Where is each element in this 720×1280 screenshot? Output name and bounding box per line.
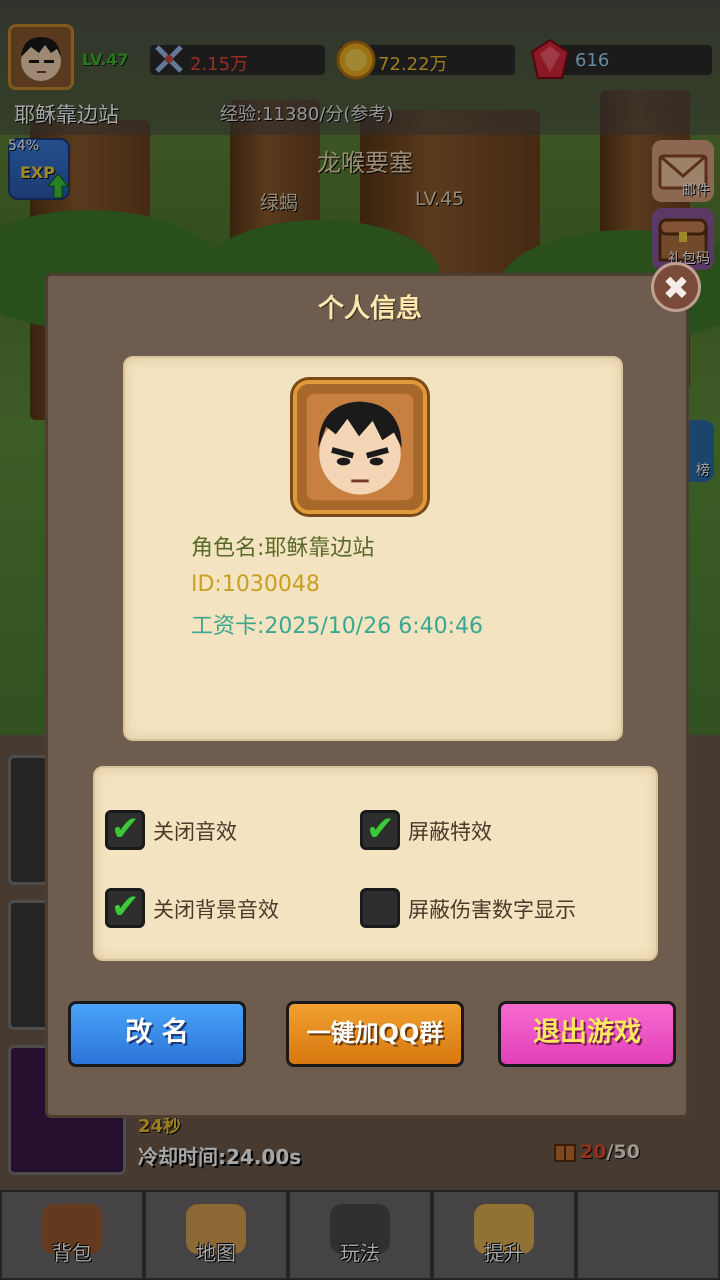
profile-avatar xyxy=(293,380,427,514)
mute-bgm-label: 关闭背景音效 xyxy=(153,898,279,922)
profile-info-card: 角色名:耶稣靠边站 ID:1030048 工资卡:2025/10/26 6:40… xyxy=(123,356,623,741)
mute-sfx-label: 关闭音效 xyxy=(153,820,237,844)
rename-button[interactable]: 改 名 xyxy=(68,1001,246,1067)
checkmark-icon: ✔ xyxy=(111,809,140,849)
close-dialog-button[interactable]: ✖ xyxy=(651,262,701,312)
checkmark-icon: ✔ xyxy=(366,809,395,849)
quit-game-button[interactable]: 退出游戏 xyxy=(498,1001,676,1067)
mute-bgm-checkbox[interactable]: ✔ xyxy=(105,887,145,928)
profile-dialog: 个人信息 角色名:耶稣靠边站 ID:1030048 工资卡:2025/10/26… xyxy=(45,273,689,1118)
player-id: ID:1030048 xyxy=(191,572,320,597)
join-qq-group-button[interactable]: 一键加QQ群 xyxy=(286,1001,464,1067)
dialog-title: 个人信息 xyxy=(317,294,422,324)
hide-damage-checkbox[interactable] xyxy=(360,888,400,928)
hide-damage-label: 屏蔽伤害数字显示 xyxy=(408,898,576,922)
hide-effects-checkbox[interactable]: ✔ xyxy=(360,809,400,850)
settings-card: ✔ 关闭音效 ✔ 屏蔽特效 ✔ 关闭背景音效 屏蔽伤害数字显示 xyxy=(93,766,658,961)
mute-sfx-checkbox[interactable]: ✔ xyxy=(105,809,145,850)
close-icon: ✖ xyxy=(662,269,690,307)
player-portrait-icon xyxy=(297,384,423,510)
hide-effects-label: 屏蔽特效 xyxy=(408,820,492,844)
checkmark-icon: ✔ xyxy=(111,887,140,927)
role-name: 角色名:耶稣靠边站 xyxy=(191,536,375,561)
salary-card: 工资卡:2025/10/26 6:40:46 xyxy=(191,614,484,639)
